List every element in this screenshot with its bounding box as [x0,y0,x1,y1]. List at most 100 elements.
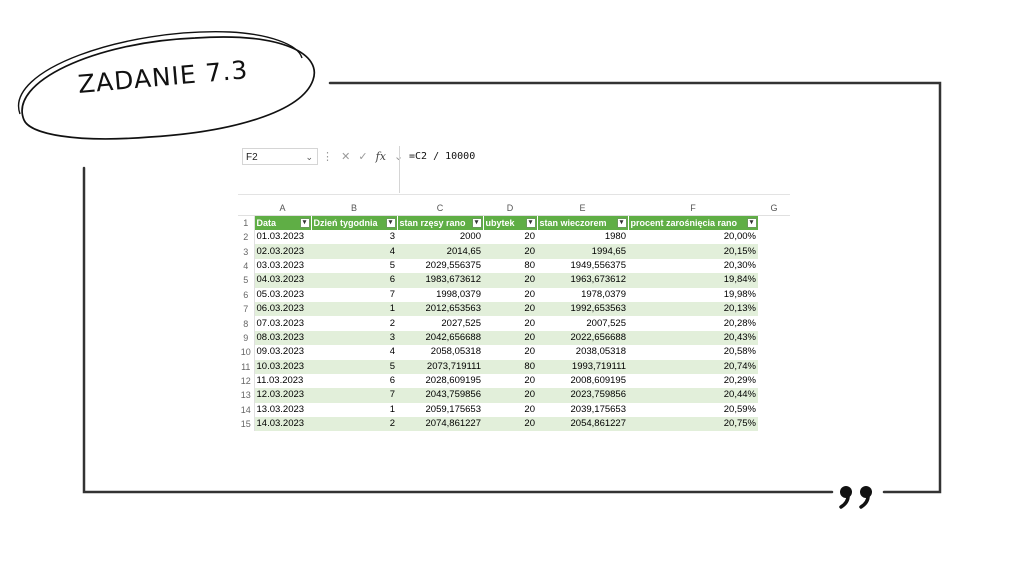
cell-dzien-tygodnia[interactable]: 4 [311,244,397,259]
filter-dropdown-icon[interactable]: ▾ [616,218,627,228]
cell-ubytek[interactable]: 80 [483,258,537,274]
row-number[interactable]: 13 [238,388,255,403]
name-box[interactable]: F2 ⌄ [242,148,318,165]
cell-dzien-tygodnia[interactable]: 5 [311,258,397,274]
column-header[interactable]: F [628,201,758,216]
cell-dzien-tygodnia[interactable]: 1 [311,402,397,418]
cell-data[interactable]: 03.03.2023 [254,258,311,274]
cell-stan-rano[interactable]: 2014,65 [397,244,483,259]
empty-cell[interactable] [758,330,790,346]
row-number[interactable]: 5 [238,273,255,288]
column-header[interactable]: C [397,201,483,216]
row-number[interactable]: 14 [238,402,255,418]
confirm-icon[interactable]: ✓ [358,151,367,163]
cell-stan-rano[interactable]: 2029,556375 [397,258,483,274]
row-number[interactable]: 7 [238,301,255,317]
cell-stan-wieczorem[interactable]: 2007,525 [537,316,628,331]
filter-dropdown-icon[interactable]: ▾ [299,218,310,228]
cancel-icon[interactable]: ✕ [341,151,350,163]
column-header[interactable]: A [254,201,311,216]
cell-data[interactable]: 06.03.2023 [254,301,311,317]
cell-dzien-tygodnia[interactable]: 2 [311,417,397,431]
cell-data[interactable]: 13.03.2023 [254,402,311,418]
cell-procent[interactable]: 20,58% [628,345,758,360]
cell-stan-wieczorem[interactable]: 1993,719111 [537,359,628,374]
cell-stan-rano[interactable]: 2059,175653 [397,402,483,418]
cell-stan-rano[interactable]: 2073,719111 [397,359,483,374]
row-number[interactable]: 8 [238,316,255,331]
header-cell[interactable]: ubytek ▾ [483,215,538,230]
empty-cell[interactable] [758,417,790,431]
cell-ubytek[interactable]: 20 [483,388,537,403]
empty-cell[interactable] [758,273,790,288]
cell-stan-rano[interactable]: 1998,0379 [397,287,483,302]
empty-cell[interactable] [758,244,790,259]
cell-ubytek[interactable]: 20 [483,301,537,317]
row-number[interactable]: 15 [238,417,255,431]
cell-procent[interactable]: 20,29% [628,373,758,389]
cell-stan-wieczorem[interactable]: 2039,175653 [537,402,628,418]
cell-procent[interactable]: 20,30% [628,258,758,274]
row-number[interactable]: 1 [238,215,255,230]
empty-cell[interactable] [758,388,790,403]
header-cell[interactable]: procent zarośnięcia rano ▾ [628,215,759,230]
formula-input[interactable]: =C2 / 10000 [409,151,475,162]
cell-stan-rano[interactable]: 2042,656688 [397,330,483,346]
cell-stan-wieczorem[interactable]: 2023,759856 [537,388,628,403]
insert-function-icon[interactable]: fx [376,150,386,163]
empty-cell[interactable] [758,230,790,245]
cell-dzien-tygodnia[interactable]: 6 [311,273,397,288]
cell-procent[interactable]: 20,59% [628,402,758,418]
cell-procent[interactable]: 20,28% [628,316,758,331]
empty-cell[interactable] [758,258,790,274]
header-cell[interactable]: Dzień tygodnia ▾ [311,215,398,230]
cell-data[interactable]: 10.03.2023 [254,359,311,374]
cell-procent[interactable]: 20,74% [628,359,758,374]
cell-procent[interactable]: 20,43% [628,330,758,346]
cell-data[interactable]: 14.03.2023 [254,417,311,431]
cell-stan-wieczorem[interactable]: 1978,0379 [537,287,628,302]
filter-dropdown-icon[interactable]: ▾ [525,218,536,228]
cell-ubytek[interactable]: 20 [483,417,537,431]
row-number[interactable]: 11 [238,359,255,374]
filter-dropdown-icon[interactable]: ▾ [746,218,757,228]
column-header[interactable]: D [483,201,537,216]
cell-dzien-tygodnia[interactable]: 7 [311,287,397,302]
cell-procent[interactable]: 19,98% [628,287,758,302]
cell-data[interactable]: 05.03.2023 [254,287,311,302]
cell-stan-wieczorem[interactable]: 1949,556375 [537,258,628,274]
cell-stan-rano[interactable]: 1983,673612 [397,273,483,288]
cell-data[interactable]: 08.03.2023 [254,330,311,346]
cell-stan-rano[interactable]: 2043,759856 [397,388,483,403]
cell-ubytek[interactable]: 80 [483,359,537,374]
cell-dzien-tygodnia[interactable]: 5 [311,359,397,374]
cell-procent[interactable]: 20,44% [628,388,758,403]
cell-ubytek[interactable]: 20 [483,244,537,259]
header-cell[interactable]: stan rzęsy rano ▾ [397,215,484,230]
row-number[interactable]: 10 [238,345,255,360]
more-options-icon[interactable]: ⋮ [322,151,333,163]
cell-stan-rano[interactable]: 2058,05318 [397,345,483,360]
cell-dzien-tygodnia[interactable]: 3 [311,330,397,346]
cell-stan-wieczorem[interactable]: 2008,609195 [537,373,628,389]
cell-dzien-tygodnia[interactable]: 1 [311,301,397,317]
select-all-corner[interactable] [238,201,254,216]
cell-data[interactable]: 12.03.2023 [254,388,311,403]
empty-cell[interactable] [758,359,790,374]
cell-dzien-tygodnia[interactable]: 7 [311,388,397,403]
cell-data[interactable]: 11.03.2023 [254,373,311,389]
cell-procent[interactable]: 20,75% [628,417,758,431]
empty-cell[interactable] [758,402,790,418]
row-number[interactable]: 4 [238,258,255,274]
cell-ubytek[interactable]: 20 [483,330,537,346]
cell-dzien-tygodnia[interactable]: 3 [311,230,397,245]
column-header[interactable]: B [311,201,397,216]
cell-stan-wieczorem[interactable]: 1992,653563 [537,301,628,317]
cell-dzien-tygodnia[interactable]: 2 [311,316,397,331]
cell-stan-rano[interactable]: 2012,653563 [397,301,483,317]
empty-cell[interactable] [758,301,790,317]
filter-dropdown-icon[interactable]: ▾ [385,218,396,228]
cell-ubytek[interactable]: 20 [483,402,537,418]
row-number[interactable]: 3 [238,244,255,259]
empty-cell[interactable] [758,316,790,331]
